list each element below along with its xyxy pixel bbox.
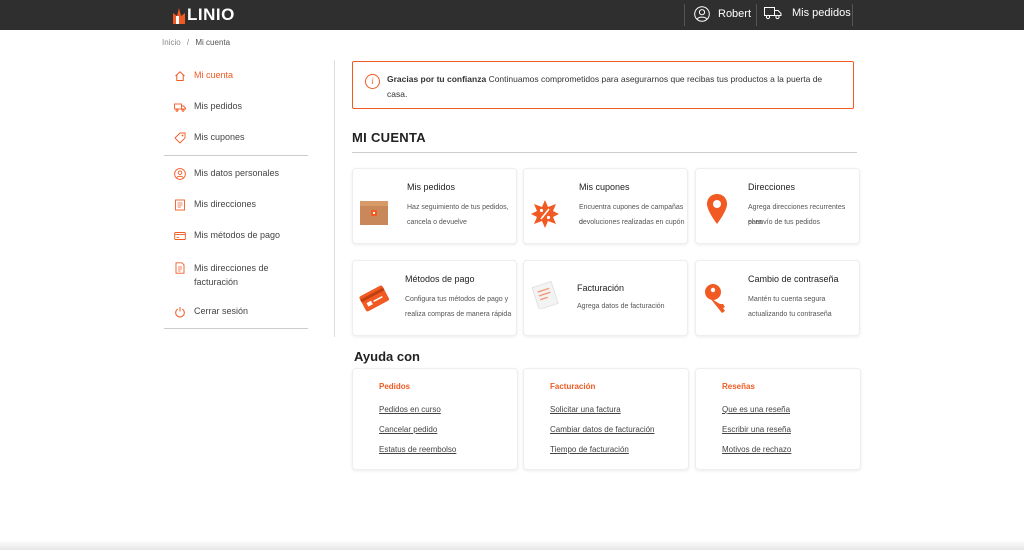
card-description: el envío de tus pedidos	[748, 219, 820, 226]
sidebar-item-label: Mis direcciones de facturación	[194, 263, 269, 287]
help-section-title: Ayuda con	[354, 349, 420, 364]
help-card-heading: Pedidos	[379, 382, 411, 391]
sidebar-item-label: Mis pedidos	[194, 101, 243, 111]
card-title: Mis cupones	[579, 182, 630, 192]
card-description: Mantén tu cuenta segura	[748, 296, 826, 303]
breadcrumb-separator: /	[186, 38, 190, 47]
help-card-facturacion: Facturación Solicitar una factura Cambia…	[523, 368, 689, 470]
help-link[interactable]: Tiempo de facturación	[550, 445, 629, 454]
card-description: cancela o devuelve	[407, 219, 467, 226]
help-card-heading: Reseñas	[722, 382, 755, 391]
card-description: Configura tus métodos de pago y	[405, 296, 509, 303]
help-link[interactable]: Que es una reseña	[722, 405, 790, 414]
sidebar-item-label: Cerrar sesión	[194, 306, 249, 316]
sidebar-item-mis-metodos-de-pago[interactable]: Mis métodos de pago	[174, 230, 280, 242]
truck-icon	[174, 101, 186, 113]
card-description: devoluciones realizadas en cupón	[579, 219, 685, 226]
content-divider	[334, 60, 335, 337]
card-title: Cambio de contraseña	[748, 274, 839, 284]
trust-notice-banner: i Gracias por tu confianza Continuamos c…	[352, 61, 854, 109]
receipt-icon	[531, 281, 559, 309]
my-orders-link[interactable]: Mis pedidos	[764, 6, 851, 20]
location-pin-icon	[707, 194, 727, 224]
card-metodos-de-pago[interactable]: Métodos de pago Configura tus métodos de…	[352, 260, 517, 336]
sidebar-item-mis-direcciones-de-facturacion[interactable]: Mis direcciones de facturación	[174, 261, 284, 289]
sidebar-divider	[164, 328, 308, 329]
card-direcciones[interactable]: Direcciones Agrega direcciones recurrent…	[695, 168, 860, 244]
power-icon	[174, 306, 186, 318]
card-mis-cupones[interactable]: Mis cupones Encuentra cupones de campaña…	[523, 168, 688, 244]
breadcrumb: Inicio / Mi cuenta	[162, 38, 234, 47]
sidebar-item-mis-direcciones[interactable]: Mis direcciones	[174, 199, 256, 211]
sidebar-item-label: Mis métodos de pago	[194, 230, 281, 240]
card-title: Métodos de pago	[405, 274, 475, 284]
user-account-link[interactable]: Robert	[694, 6, 751, 22]
help-card-pedidos: Pedidos Pedidos en curso Cancelar pedido…	[352, 368, 518, 470]
breadcrumb-home[interactable]: Inicio	[162, 38, 181, 47]
user-icon	[174, 168, 186, 180]
help-link[interactable]: Cancelar pedido	[379, 425, 437, 434]
help-link[interactable]: Pedidos en curso	[379, 405, 441, 414]
coupon-icon	[531, 200, 559, 228]
key-icon	[705, 284, 725, 313]
card-description: Haz seguimiento de tus pedidos,	[407, 204, 509, 211]
help-link[interactable]: Solicitar una factura	[550, 405, 621, 414]
header-divider	[684, 4, 685, 26]
card-title: Direcciones	[748, 182, 796, 192]
window-bottom-edge	[0, 540, 1024, 550]
help-card-heading: Facturación	[550, 382, 596, 391]
help-link[interactable]: Cambiar datos de facturación	[550, 425, 655, 434]
user-name: Robert	[718, 8, 752, 20]
logo-text: LINIO	[187, 5, 235, 24]
linio-logo[interactable]: LINIO	[172, 5, 235, 25]
sidebar-item-label: Mi cuenta	[194, 70, 234, 80]
sidebar-item-mis-datos-personales[interactable]: Mis datos personales	[174, 168, 279, 180]
help-link[interactable]: Estatus de reembolso	[379, 445, 456, 454]
truck-icon	[764, 7, 782, 20]
sidebar-item-label: Mis datos personales	[194, 168, 280, 178]
card-description: Agrega datos de facturación	[577, 303, 665, 310]
card-cambio-de-contrasena[interactable]: Cambio de contraseña Mantén tu cuenta se…	[695, 260, 860, 336]
sidebar-divider	[164, 155, 308, 156]
top-navigation-bar: LINIO Robert Mis pedidos	[0, 0, 1024, 30]
header-divider	[852, 4, 853, 26]
help-link[interactable]: Motivos de rechazo	[722, 445, 791, 454]
invoice-icon	[174, 262, 186, 274]
box-icon	[360, 201, 388, 225]
info-icon: i	[365, 74, 380, 89]
tag-icon	[174, 132, 186, 144]
card-mis-pedidos[interactable]: Mis pedidos Haz seguimiento de tus pedid…	[352, 168, 517, 244]
my-orders-label: Mis pedidos	[792, 7, 851, 19]
card-description: realiza compras de manera rápida	[405, 311, 512, 318]
page-title: MI CUENTA	[352, 130, 426, 145]
help-card-resenas: Reseñas Que es una reseña Escribir una r…	[695, 368, 861, 470]
home-icon	[174, 70, 186, 82]
title-divider	[352, 152, 857, 153]
card-icon	[174, 230, 186, 242]
card-facturacion[interactable]: Facturación Agrega datos de facturación	[523, 260, 688, 336]
sidebar-item-cerrar-sesion[interactable]: Cerrar sesión	[174, 306, 248, 318]
sidebar-item-mis-cupones[interactable]: Mis cupones	[174, 132, 245, 144]
sidebar-item-mi-cuenta[interactable]: Mi cuenta	[174, 70, 233, 82]
card-title: Mis pedidos	[407, 182, 456, 192]
breadcrumb-current: Mi cuenta	[195, 38, 231, 47]
help-link[interactable]: Escribir una reseña	[722, 425, 791, 434]
notice-bold-text: Gracias por tu confianza	[387, 74, 487, 84]
sidebar-item-mis-pedidos[interactable]: Mis pedidos	[174, 101, 242, 113]
user-icon	[694, 6, 710, 22]
card-description: actualizando tu contraseña	[748, 311, 832, 318]
address-icon	[174, 199, 186, 211]
card-title: Facturación	[577, 283, 625, 293]
sidebar-item-label: Mis cupones	[194, 132, 245, 142]
header-divider	[756, 4, 757, 26]
credit-card-icon	[359, 285, 389, 312]
sidebar-item-label: Mis direcciones	[194, 199, 257, 209]
logo-flame-icon	[173, 7, 185, 24]
